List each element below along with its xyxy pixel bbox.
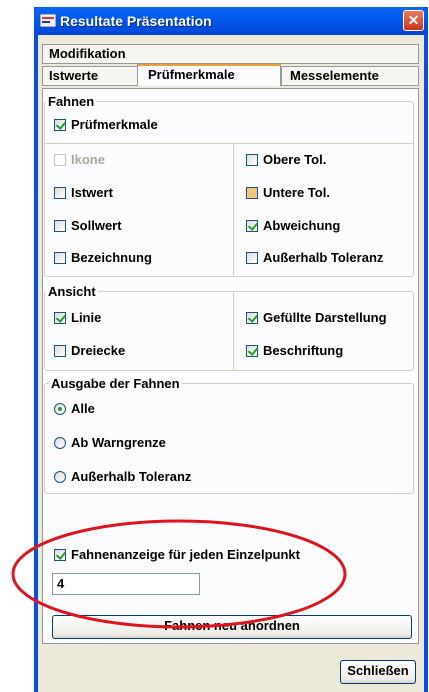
radio-alle-label: Alle <box>71 401 95 416</box>
checkbox-dreiecke[interactable] <box>54 345 66 357</box>
checkbox-bezeichnung[interactable] <box>54 252 66 264</box>
checkbox-istwert[interactable] <box>54 187 66 199</box>
fahnen-column-divider <box>233 143 234 276</box>
checkbox-gefuellte-darstellung[interactable] <box>246 312 258 324</box>
group-fahnen-legend: Fahnen <box>46 94 97 109</box>
checkbox-istwert-label: Istwert <box>71 185 113 200</box>
checkbox-abweichung-label: Abweichung <box>263 218 341 233</box>
checkbox-ausserhalb-toleranz[interactable] <box>246 252 258 264</box>
radio-ausserhalb-toleranz[interactable] <box>54 471 66 483</box>
radio-alle[interactable] <box>54 403 66 415</box>
ansicht-column-divider <box>233 291 234 371</box>
fahnen-neu-anordnen-button[interactable]: Fahnen neu anordnen <box>52 615 412 639</box>
tab-pruefmerkmale[interactable]: Prüfmerkmale <box>137 64 281 86</box>
checkbox-linie-label: Linie <box>71 310 102 325</box>
group-ausgabe-legend: Ausgabe der Fahnen <box>49 376 182 391</box>
checkbox-ikone-label: Ikone <box>71 152 105 167</box>
checkbox-fahnenanzeige-einzelpunkt-label: Fahnenanzeige für jeden Einzelpunkt <box>71 547 300 562</box>
checkbox-pruefmerkmale[interactable] <box>54 119 66 131</box>
schliessen-button[interactable]: Schließen <box>340 660 416 684</box>
fahnen-separator <box>44 143 414 144</box>
radio-ab-warngrenze[interactable] <box>54 437 66 449</box>
tab-modifikation[interactable]: Modifikation <box>42 44 419 64</box>
checkbox-sollwert[interactable] <box>54 220 66 232</box>
tab-istwerte[interactable]: Istwerte <box>42 66 138 86</box>
title-bar[interactable]: Resultate Präsentation ✕ <box>34 7 428 35</box>
einzelpunkt-value-input[interactable]: 4 <box>52 573 200 595</box>
close-window-button[interactable]: ✕ <box>403 10 424 31</box>
checkbox-beschriftung[interactable] <box>246 345 258 357</box>
window-title: Resultate Präsentation <box>60 13 212 29</box>
checkbox-obere-tol-label: Obere Tol. <box>263 152 327 167</box>
checkbox-beschriftung-label: Beschriftung <box>263 343 344 358</box>
checkbox-abweichung[interactable] <box>246 220 258 232</box>
group-ansicht-legend: Ansicht <box>46 284 98 299</box>
checkbox-gefuellte-darstellung-label: Gefüllte Darstellung <box>263 310 387 325</box>
checkbox-ikone[interactable] <box>54 154 66 166</box>
checkbox-untere-tol-label: Untere Tol. <box>263 185 330 200</box>
checkbox-linie[interactable] <box>54 312 66 324</box>
checkbox-sollwert-label: Sollwert <box>71 218 122 233</box>
checkbox-obere-tol[interactable] <box>246 154 258 166</box>
radio-ausserhalb-toleranz-label: Außerhalb Toleranz <box>71 469 192 484</box>
checkbox-fahnenanzeige-einzelpunkt[interactable] <box>54 549 66 561</box>
app-icon <box>40 14 56 27</box>
radio-ab-warngrenze-label: Ab Warngrenze <box>71 435 166 450</box>
checkbox-ausserhalb-toleranz-label: Außerhalb Toleranz <box>263 250 384 265</box>
checkbox-pruefmerkmale-label: Prüfmerkmale <box>71 117 158 132</box>
checkbox-dreiecke-label: Dreiecke <box>71 343 126 358</box>
checkbox-bezeichnung-label: Bezeichnung <box>71 250 152 265</box>
group-ansicht <box>44 291 414 371</box>
tab-messelemente[interactable]: Messelemente <box>281 66 419 86</box>
checkbox-untere-tol[interactable] <box>246 187 258 199</box>
